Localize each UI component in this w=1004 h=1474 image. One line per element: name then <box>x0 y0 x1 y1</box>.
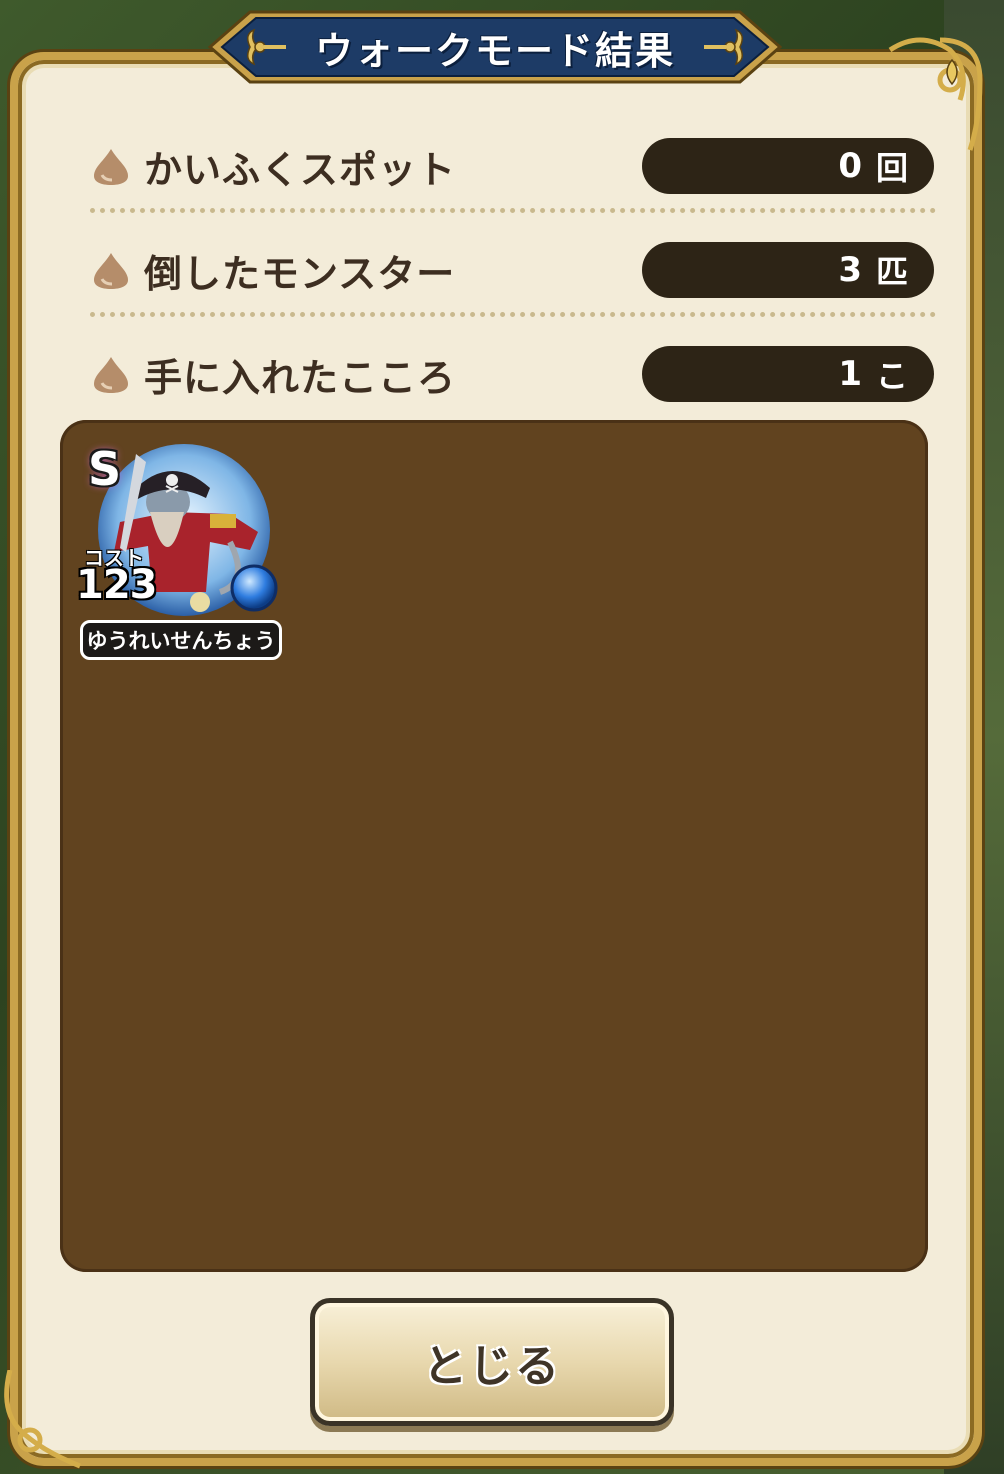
row-label: かいふくスポット <box>144 147 457 192</box>
row-divider <box>90 312 936 317</box>
result-row-recovery-spot: かいふくスポット 0 回 <box>90 136 936 196</box>
drop-bullet-icon <box>94 357 128 393</box>
cost-value: 123 <box>76 562 157 608</box>
heart-name: ゆうれいせんちょう <box>86 629 276 653</box>
corner-ornament-icon <box>888 37 983 151</box>
row-value: 3 <box>838 250 862 290</box>
result-row-obtained-hearts: 手に入れたこころ 1 こ <box>90 344 936 404</box>
heart-card[interactable]: S コスト 123 ゆうれいせんちょう <box>76 442 290 662</box>
row-value: 1 <box>838 354 862 394</box>
drop-bullet-icon <box>94 253 128 289</box>
row-value: 0 <box>838 146 862 186</box>
heart-name-plate: ゆうれいせんちょう <box>80 620 282 660</box>
row-label: 倒したモンスター <box>144 251 456 296</box>
obtained-hearts-area: S コスト 123 ゆうれいせんちょう <box>60 420 928 1272</box>
row-label: 手に入れたこころ <box>144 355 457 400</box>
row-divider <box>90 208 936 213</box>
close-button-label: とじる <box>423 1341 561 1392</box>
row-unit: こ <box>875 357 908 395</box>
row-value-box: 3 匹 <box>642 242 934 298</box>
corner-ornament-icon <box>4 1370 81 1469</box>
close-button[interactable]: とじる <box>310 1298 674 1426</box>
drop-bullet-icon <box>94 149 128 185</box>
result-row-defeated-monsters: 倒したモンスター 3 匹 <box>90 240 936 300</box>
row-unit: 匹 <box>875 253 908 291</box>
title-banner: ウォークモード結果 <box>190 4 800 90</box>
rank-badge: S <box>88 442 122 496</box>
row-value-box: 1 こ <box>642 346 934 402</box>
dialog-title: ウォークモード結果 <box>314 28 675 73</box>
